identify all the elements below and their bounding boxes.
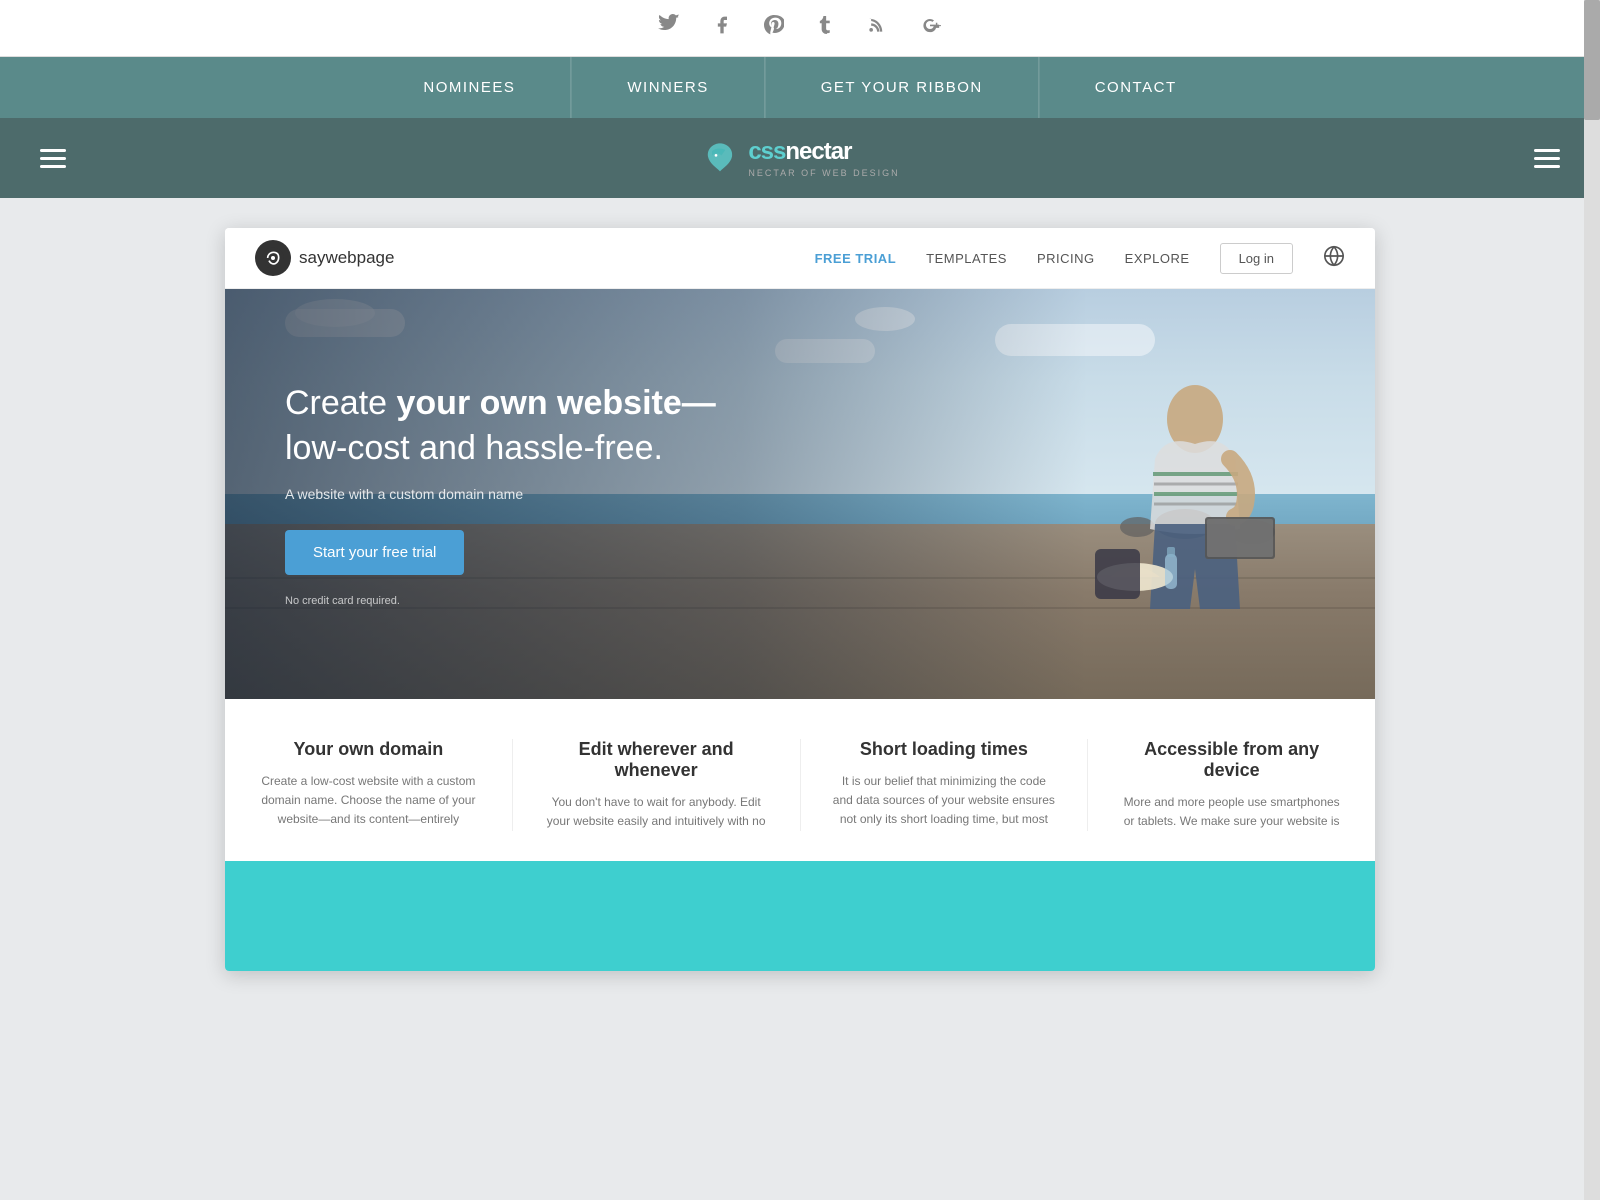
hero-title-line2: low-cost and hassle-free. bbox=[285, 429, 663, 467]
hamburger-menu-right[interactable] bbox=[1534, 149, 1560, 168]
feature-edit-anywhere-text: You don't have to wait for anybody. Edit… bbox=[543, 793, 770, 831]
tumblr-icon[interactable] bbox=[816, 14, 834, 42]
feature-edit-anywhere: Edit wherever and whenever You don't hav… bbox=[513, 739, 801, 831]
globe-icon[interactable] bbox=[1323, 245, 1345, 272]
social-bar bbox=[0, 0, 1600, 57]
site-nav: saywebpage FREE TRIAL TEMPLATES PRICING … bbox=[225, 228, 1375, 289]
nav-item-get-ribbon[interactable]: GET YOUR RIBBON bbox=[765, 57, 1039, 118]
rss-icon[interactable] bbox=[866, 14, 886, 42]
site-logo-container[interactable]: cssnectar NECTAR OF WEB DESIGN bbox=[700, 137, 899, 179]
scrollbar-thumb[interactable] bbox=[1584, 0, 1600, 120]
saywebpage-logo-text: saywebpage bbox=[299, 248, 394, 268]
site-nav-pricing[interactable]: PRICING bbox=[1037, 251, 1095, 266]
hero-section: Create your own website— low-cost and ha… bbox=[225, 289, 1375, 699]
hero-title-normal: Create bbox=[285, 384, 397, 422]
logo-tagline: NECTAR OF WEB DESIGN bbox=[748, 168, 899, 178]
scrollbar[interactable] bbox=[1584, 0, 1600, 1200]
site-nav-explore[interactable]: EXPLORE bbox=[1125, 251, 1190, 266]
feature-own-domain-text: Create a low-cost website with a custom … bbox=[255, 772, 482, 830]
nav-bar: NOMINEES WINNERS GET YOUR RIBBON CONTACT bbox=[0, 57, 1600, 118]
hamburger-menu-left[interactable] bbox=[40, 149, 66, 168]
feature-accessible-text: More and more people use smartphones or … bbox=[1118, 793, 1345, 831]
site-nav-links: FREE TRIAL TEMPLATES PRICING EXPLORE Log… bbox=[815, 243, 1345, 274]
hero-title-bold: your own website— bbox=[397, 384, 716, 422]
features-section: Your own domain Create a low-cost websit… bbox=[225, 699, 1375, 861]
feature-edit-anywhere-title: Edit wherever and whenever bbox=[543, 739, 770, 781]
feature-loading-times-text: It is our belief that minimizing the cod… bbox=[831, 772, 1058, 830]
nav-item-winners[interactable]: WINNERS bbox=[571, 57, 764, 118]
feature-accessible-title: Accessible from any device bbox=[1118, 739, 1345, 781]
saywebpage-logo[interactable]: saywebpage bbox=[255, 240, 394, 276]
feature-accessible: Accessible from any device More and more… bbox=[1088, 739, 1375, 831]
logo-nectar-text: nectar bbox=[785, 138, 851, 166]
header-bar: cssnectar NECTAR OF WEB DESIGN bbox=[0, 118, 1600, 198]
hero-content: Create your own website— low-cost and ha… bbox=[225, 381, 776, 606]
nav-item-nominees[interactable]: NOMINEES bbox=[368, 57, 571, 118]
twitter-icon[interactable] bbox=[658, 14, 680, 42]
feature-loading-times-title: Short loading times bbox=[831, 739, 1058, 760]
hero-title: Create your own website— low-cost and ha… bbox=[285, 381, 716, 469]
hero-cta-button[interactable]: Start your free trial bbox=[285, 530, 464, 575]
feature-own-domain: Your own domain Create a low-cost websit… bbox=[225, 739, 513, 831]
hero-no-card-text: No credit card required. bbox=[285, 595, 716, 607]
browser-window: saywebpage FREE TRIAL TEMPLATES PRICING … bbox=[225, 228, 1375, 971]
saywebpage-logo-icon bbox=[255, 240, 291, 276]
googleplus-icon[interactable] bbox=[918, 14, 942, 42]
teal-bottom-bar bbox=[225, 861, 1375, 971]
site-nav-templates[interactable]: TEMPLATES bbox=[926, 251, 1007, 266]
pinterest-icon[interactable] bbox=[764, 14, 784, 42]
nav-item-contact[interactable]: CONTACT bbox=[1039, 57, 1232, 118]
facebook-icon[interactable] bbox=[712, 14, 732, 42]
login-button[interactable]: Log in bbox=[1220, 243, 1293, 274]
logo-css-text: css bbox=[748, 138, 785, 166]
hero-subtitle: A website with a custom domain name bbox=[285, 486, 716, 502]
site-nav-free-trial[interactable]: FREE TRIAL bbox=[815, 251, 897, 266]
feature-own-domain-title: Your own domain bbox=[255, 739, 482, 760]
cssnectar-bird-icon bbox=[700, 137, 740, 179]
feature-loading-times: Short loading times It is our belief tha… bbox=[801, 739, 1089, 831]
